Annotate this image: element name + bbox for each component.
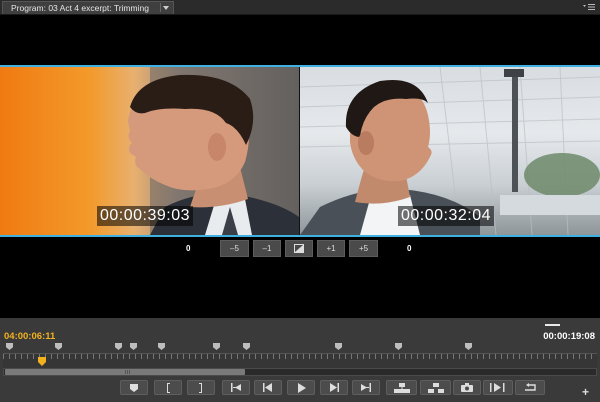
- mark-in-button[interactable]: [154, 380, 182, 395]
- play-icon: [297, 382, 306, 393]
- step-forward-icon: [330, 383, 339, 392]
- go-to-out-icon: [361, 383, 371, 392]
- transition-icon: [294, 244, 304, 253]
- lift-icon: [393, 382, 410, 393]
- trim-plus-1-button[interactable]: +1: [317, 240, 345, 257]
- step-back-icon: [263, 383, 272, 392]
- add-marker-button[interactable]: [120, 380, 148, 395]
- marker-icon[interactable]: [213, 343, 220, 350]
- play-in-to-out-icon: [490, 383, 505, 392]
- mark-out-button[interactable]: [187, 380, 215, 395]
- marker-icon[interactable]: [335, 343, 342, 350]
- trim-minus-5-button[interactable]: –5: [220, 240, 249, 257]
- zoom-scrollbar[interactable]: [3, 368, 597, 376]
- extract-button[interactable]: [420, 380, 451, 395]
- loop-icon: [525, 383, 536, 391]
- outgoing-clip-view[interactable]: 00:00:39:03: [0, 67, 299, 235]
- marker-icon[interactable]: [243, 343, 250, 350]
- incoming-trim-offset: 0: [407, 244, 412, 253]
- marker-icon[interactable]: [395, 343, 402, 350]
- incoming-timecode: 00:00:32:04: [398, 206, 495, 226]
- marker-icon[interactable]: [465, 343, 472, 350]
- go-to-in-button[interactable]: [222, 380, 250, 395]
- program-monitor-tab[interactable]: Program: 03 Act 4 excerpt: Trimming: [2, 1, 174, 14]
- lift-button[interactable]: [386, 380, 417, 395]
- mark-out-icon: [199, 382, 202, 393]
- incoming-clip-view[interactable]: 00:00:32:04: [300, 67, 600, 235]
- trim-monitor: 00:00:39:03 00:00:32:04: [0, 65, 600, 237]
- outgoing-timecode: 00:00:39:03: [97, 206, 194, 226]
- panel-menu-icon[interactable]: [582, 3, 596, 11]
- step-back-button[interactable]: [254, 380, 282, 395]
- camera-icon: [461, 383, 473, 392]
- tab-label: Program: 03 Act 4 excerpt: Trimming: [11, 3, 149, 13]
- marker-icon: [130, 383, 138, 392]
- play-button[interactable]: [287, 380, 315, 395]
- marker-icon[interactable]: [115, 343, 122, 350]
- apply-default-transition-button[interactable]: [285, 240, 313, 257]
- play-in-to-out-button[interactable]: [483, 380, 513, 395]
- trim-plus-5-button[interactable]: +5: [349, 240, 378, 257]
- loop-button[interactable]: [515, 380, 545, 395]
- duration-indicator: [545, 324, 560, 326]
- outgoing-trim-offset: 0: [186, 244, 191, 253]
- go-to-out-button[interactable]: [352, 380, 380, 395]
- marker-row: [0, 343, 600, 353]
- marker-icon[interactable]: [158, 343, 165, 350]
- grip-icon: [125, 370, 131, 374]
- marker-icon[interactable]: [55, 343, 62, 350]
- trim-minus-1-button[interactable]: –1: [253, 240, 281, 257]
- marker-icon[interactable]: [130, 343, 137, 350]
- extract-icon: [427, 382, 444, 393]
- duration-timecode: 00:00:19:08: [543, 331, 595, 342]
- marker-icon[interactable]: [6, 343, 13, 350]
- panel-header: Program: 03 Act 4 excerpt: Trimming: [0, 0, 600, 15]
- mark-in-icon: [167, 382, 170, 393]
- playhead-timecode[interactable]: 04:00:06:11: [4, 331, 55, 342]
- go-to-in-icon: [231, 383, 241, 392]
- time-ruler[interactable]: [3, 353, 597, 368]
- export-frame-button[interactable]: [453, 380, 481, 395]
- button-editor-plus-icon[interactable]: +: [582, 386, 589, 398]
- step-forward-button[interactable]: [320, 380, 348, 395]
- zoom-scrollbar-thumb[interactable]: [5, 369, 245, 375]
- tab-dropdown-icon[interactable]: [160, 3, 171, 12]
